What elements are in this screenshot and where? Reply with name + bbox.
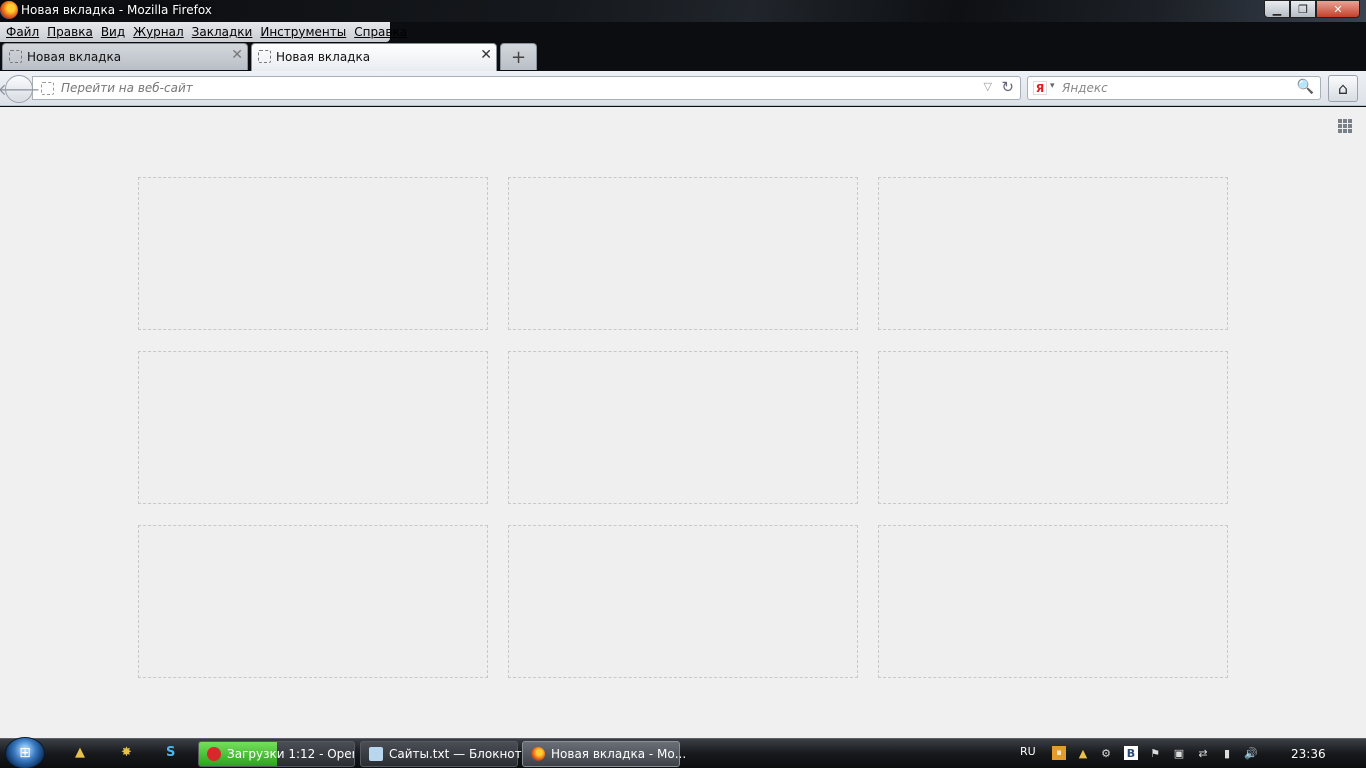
thumbnail-tile[interactable]: [878, 351, 1228, 504]
signal-icon[interactable]: ▮: [1220, 746, 1234, 760]
task-label: Новая вкладка - Мо...: [551, 747, 687, 761]
tab-2[interactable]: Новая вкладка ✕: [251, 43, 497, 71]
home-icon: ⌂: [1337, 79, 1349, 98]
start-button[interactable]: ⊞: [5, 737, 45, 768]
thumbnail-tile[interactable]: [138, 177, 488, 330]
new-tab-button[interactable]: +: [500, 43, 537, 70]
maximize-button[interactable]: ❐: [1290, 0, 1316, 18]
language-indicator[interactable]: RU: [1020, 745, 1036, 758]
thumbnail-tile[interactable]: [508, 351, 858, 504]
taskbar-firefox[interactable]: Новая вкладка - Мо...: [522, 741, 686, 767]
page-placeholder-icon: [9, 50, 22, 63]
search-icon[interactable]: 🔍: [1297, 79, 1314, 95]
search-bar[interactable]: Я ▾ 🔍: [1027, 76, 1321, 100]
search-input[interactable]: [1062, 77, 1292, 99]
thumbnail-tile[interactable]: [878, 177, 1228, 330]
taskbar-notepad[interactable]: Сайты.txt — Блокнот: [360, 741, 522, 767]
menu-view[interactable]: Вид: [101, 25, 125, 39]
title-bar: Новая вкладка - Mozilla Firefox ▁ ❐ ✕: [0, 0, 1366, 22]
device-icon[interactable]: ▣: [1172, 746, 1186, 760]
steam-icon[interactable]: ⚙: [1099, 746, 1113, 760]
reload-icon[interactable]: ↻: [1001, 78, 1014, 96]
network-icon[interactable]: ⇄: [1196, 746, 1210, 760]
thumbnail-tile[interactable]: [508, 525, 858, 678]
firefox-icon: [531, 747, 545, 761]
arrow-left-icon: 🡐: [0, 80, 41, 99]
tab-close-icon[interactable]: ✕: [480, 47, 492, 63]
thumbnail-tile[interactable]: [508, 177, 858, 330]
bug-icon[interactable]: ✸: [121, 745, 132, 760]
task-label: Загрузки 1:12 - Opera: [227, 747, 355, 761]
tab-label: Новая вкладка: [27, 50, 122, 64]
volume-icon[interactable]: 🔊: [1244, 746, 1258, 760]
thumbnail-tile[interactable]: [138, 525, 488, 678]
tab-close-icon[interactable]: ✕: [231, 47, 243, 63]
opera-icon: [207, 747, 221, 761]
new-tab-page: [0, 107, 1366, 738]
back-button[interactable]: 🡐: [0, 75, 40, 103]
thumbnail-tile[interactable]: [138, 351, 488, 504]
menu-history[interactable]: Журнал: [133, 25, 184, 39]
minimize-button[interactable]: ▁: [1264, 0, 1290, 18]
vk-icon[interactable]: B: [1124, 746, 1138, 760]
window-title: Новая вкладка - Mozilla Firefox: [21, 3, 212, 17]
avast-tray-icon[interactable]: ▲: [1076, 746, 1090, 760]
page-placeholder-icon: [258, 50, 271, 63]
menu-edit[interactable]: Правка: [47, 25, 93, 39]
task-label: Сайты.txt — Блокнот: [389, 747, 522, 761]
tab-label: Новая вкладка: [276, 50, 371, 64]
grid-icon[interactable]: [1338, 119, 1352, 133]
tab-1[interactable]: Новая вкладка ✕: [2, 43, 248, 70]
menu-file[interactable]: Файл: [6, 25, 39, 39]
home-button[interactable]: ⌂: [1328, 75, 1358, 102]
navigation-bar: ▽ ↻ 🡐 Я ▾ 🔍 ⌂: [0, 71, 1366, 106]
close-button[interactable]: ✕: [1316, 0, 1360, 18]
menu-bar: Файл Правка Вид Журнал Закладки Инструме…: [0, 22, 407, 42]
chevron-down-icon[interactable]: ▽: [984, 80, 992, 93]
notepad-icon: [369, 747, 383, 761]
menu-bookmarks[interactable]: Закладки: [192, 25, 253, 39]
tab-strip: Новая вкладка ✕ Новая вкладка ✕ +: [0, 43, 1366, 71]
clock[interactable]: 23:36: [1291, 747, 1326, 761]
firefox-icon[interactable]: [0, 1, 18, 19]
flag-icon[interactable]: ⚑: [1148, 746, 1162, 760]
menu-help[interactable]: Справка: [354, 25, 407, 39]
pause-icon[interactable]: ⏸: [1052, 746, 1066, 760]
thumbnail-tile[interactable]: [878, 525, 1228, 678]
taskbar: ⊞ ▲ ✸ S Загрузки 1:12 - Opera Сайты.txt …: [0, 737, 1366, 768]
menu-tools[interactable]: Инструменты: [260, 25, 346, 39]
yandex-icon[interactable]: Я: [1033, 81, 1047, 95]
thumbnail-grid: [138, 177, 1228, 678]
windows-icon: ⊞: [19, 745, 31, 761]
window-controls: ▁ ❐ ✕: [1264, 0, 1360, 18]
chevron-down-icon[interactable]: ▾: [1050, 81, 1055, 91]
skype-icon[interactable]: S: [166, 745, 175, 760]
taskbar-opera[interactable]: Загрузки 1:12 - Opera: [198, 741, 355, 767]
url-input[interactable]: [61, 77, 961, 99]
url-bar[interactable]: ▽ ↻: [32, 76, 1021, 100]
avast-icon[interactable]: ▲: [75, 745, 85, 760]
page-placeholder-icon: [41, 82, 54, 95]
